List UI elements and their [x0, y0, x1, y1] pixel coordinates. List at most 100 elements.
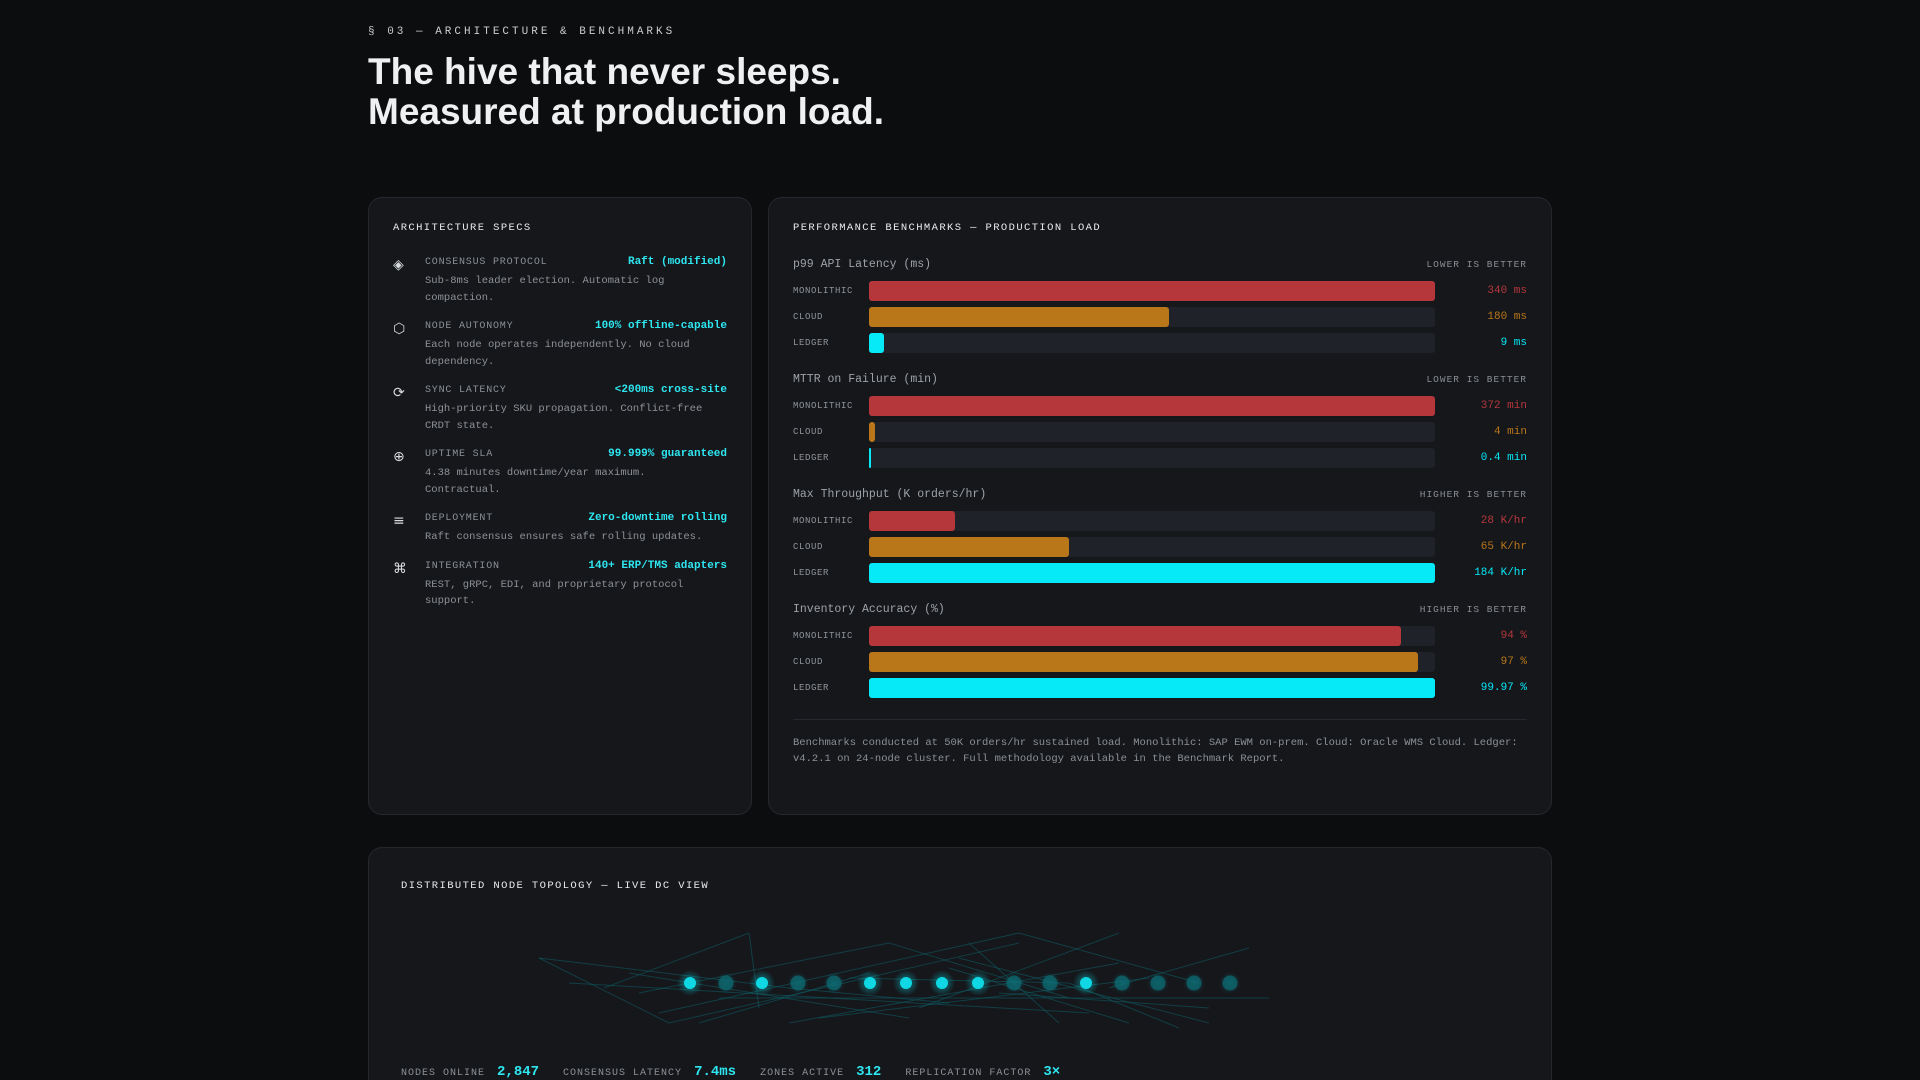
benchmark-name: MTTR on Failure (min) [793, 373, 938, 386]
benchmark-name: p99 API Latency (ms) [793, 258, 932, 271]
benchmark-groups: p99 API Latency (ms) LOWER IS BETTER MONOL… [793, 258, 1527, 701]
topology-node [1073, 970, 1099, 996]
bar-track [869, 281, 1435, 301]
stat-label: CONSENSUS LATENCY [563, 1068, 683, 1079]
benchmark-inventory-accuracy: Inventory Accuracy (%) HIGHER IS BETTER MO… [793, 603, 1527, 701]
benchmark-header: MTTR on Failure (min) LOWER IS BETTER [793, 373, 1527, 386]
bar-monolithic [869, 396, 1435, 416]
bar-label: CLOUD [793, 427, 824, 437]
bar-track [869, 626, 1435, 646]
spec-value: Raft (modified) [627, 256, 727, 268]
stat-nodes-online: NODES ONLINE 2,847 [401, 1064, 539, 1080]
spec-description: Sub-8ms leader election. Automatic log c… [425, 275, 665, 304]
bar-row-monolithic: MONOLITHIC 372 min [793, 393, 1527, 419]
topology-node [823, 972, 845, 994]
bar-track [869, 307, 1435, 327]
stat-label: ZONES ACTIVE [760, 1068, 845, 1079]
benchmark-hint: HIGHER IS BETTER [1419, 604, 1527, 615]
spec-header: NODE AUTONOMY 100% offline-capable [425, 320, 727, 332]
bar-value: 340 ms [1487, 285, 1527, 297]
benchmark-name: Max Throughput (K orders/hr) [793, 488, 987, 501]
bar-monolithic [869, 626, 1402, 646]
topology-node [893, 970, 919, 996]
bar-cloud [869, 652, 1419, 672]
spec-header: SYNC LATENCY <200ms cross-site [425, 384, 727, 396]
bar-track [869, 678, 1435, 698]
bar-row-monolithic: MONOLITHIC 94 % [793, 623, 1527, 649]
bar-value: 28 K/hr [1480, 515, 1527, 527]
bar-row-ledger: LEDGER 184 K/hr [793, 560, 1527, 586]
bar-row-cloud: CLOUD 97 % [793, 649, 1527, 675]
bar-label: LEDGER [793, 683, 830, 693]
topology-node [715, 972, 737, 994]
bar-track [869, 652, 1435, 672]
spec-body: NODE AUTONOMY 100% offline-capable Each no… [425, 320, 727, 370]
bar-monolithic [869, 281, 1435, 301]
bar-track [869, 563, 1435, 583]
command-icon: ⌘ [393, 560, 407, 577]
topology-node [1147, 972, 1169, 994]
benchmark-hint: LOWER IS BETTER [1426, 374, 1527, 385]
spec-body: DEPLOYMENT Zero-downtime rolling Raft cons… [425, 512, 727, 546]
bar-row-ledger: LEDGER 99.97 % [793, 675, 1527, 701]
spec-value: 140+ ERP/TMS adapters [588, 559, 727, 572]
topology-node [857, 970, 883, 996]
benchmarks-note: Benchmarks conducted at 50K orders/hr su… [793, 737, 1518, 765]
bar-label: LEDGER [793, 568, 830, 578]
spec-node-autonomy: ⬡ NODE AUTONOMY 100% offline-capable Each n… [393, 320, 727, 370]
bar-value: 94 % [1500, 630, 1527, 642]
benchmark-mttr-on-failure-min: MTTR on Failure (min) LOWER IS BETTER MONO… [793, 373, 1527, 471]
benchmark-header: p99 API Latency (ms) LOWER IS BETTER [793, 258, 1527, 271]
benchmarks-card: PERFORMANCE BENCHMARKS — PRODUCTION LOAD… [768, 197, 1552, 815]
spec-description: 4.38 minutes downtime/year maximum. Cont… [425, 467, 646, 496]
benchmark-hint: LOWER IS BETTER [1426, 259, 1527, 270]
bar-cloud [869, 422, 876, 442]
bar-row-cloud: CLOUD 180 ms [793, 304, 1527, 330]
stat-value: 312 [856, 1064, 882, 1080]
topology-node [1039, 972, 1061, 994]
bar-monolithic [869, 511, 956, 531]
spec-header: CONSENSUS PROTOCOL Raft (modified) [425, 256, 727, 268]
bar-label: MONOLITHIC [793, 516, 854, 526]
topology-node [965, 970, 991, 996]
bar-ledger [869, 563, 1435, 583]
spec-header: DEPLOYMENT Zero-downtime rolling [425, 512, 727, 524]
spec-label: UPTIME SLA [425, 449, 494, 460]
stat-consensus-latency: CONSENSUS LATENCY 7.4ms [563, 1064, 736, 1080]
spec-value: Zero-downtime rolling [588, 512, 727, 524]
bar-value: 9 ms [1500, 337, 1527, 349]
spec-value: 100% offline-capable [594, 320, 727, 332]
stat-label: REPLICATION FACTOR [905, 1068, 1032, 1079]
bar-ledger [869, 448, 871, 468]
stat-value: 2,847 [497, 1064, 540, 1080]
topology-stats: NODES ONLINE 2,847 CONSENSUS LATENCY 7.4ms Z… [401, 1064, 1084, 1080]
spec-value: <200ms cross-site [614, 384, 727, 396]
benchmark-hint: HIGHER IS BETTER [1419, 489, 1527, 500]
bar-label: CLOUD [793, 657, 824, 667]
spec-body: CONSENSUS PROTOCOL Raft (modified) Sub-8ms… [425, 256, 727, 306]
bar-label: CLOUD [793, 312, 824, 322]
bar-row-monolithic: MONOLITHIC 340 ms [793, 278, 1527, 304]
spec-description: Each node operates independently. No clo… [425, 339, 690, 368]
node-topology-card: DISTRIBUTED NODE TOPOLOGY — LIVE DC VIEW… [368, 847, 1552, 1080]
spec-value: 99.999% guaranteed [608, 448, 727, 460]
benchmark-name: Inventory Accuracy (%) [793, 603, 945, 616]
spec-label: CONSENSUS PROTOCOL [425, 257, 548, 268]
topology-node [787, 972, 809, 994]
spec-uptime-sla: ⊕ UPTIME SLA 99.999% guaranteed 4.38 minute… [393, 448, 727, 498]
spec-header: INTEGRATION 140+ ERP/TMS adapters [425, 560, 727, 572]
bar-row-cloud: CLOUD 65 K/hr [793, 534, 1527, 560]
bar-value: 0.4 min [1480, 452, 1527, 464]
spec-label: SYNC LATENCY [425, 385, 507, 396]
spec-description: High-priority SKU propagation. Conflict-… [425, 403, 703, 432]
bar-track [869, 396, 1435, 416]
topology-node [1111, 972, 1133, 994]
bar-label: LEDGER [793, 338, 830, 348]
sync-icon: ⟳ [393, 385, 405, 401]
page-title: The hive that never sleeps. Measured at … [368, 52, 884, 132]
diamond-icon: ◈ [393, 257, 404, 273]
spec-list: ◈ CONSENSUS PROTOCOL Raft (modified) Sub-8m… [393, 256, 727, 610]
circle-plus-icon: ⊕ [393, 449, 405, 465]
benchmarks-divider [793, 719, 1527, 720]
stat-value: 3× [1043, 1064, 1061, 1080]
